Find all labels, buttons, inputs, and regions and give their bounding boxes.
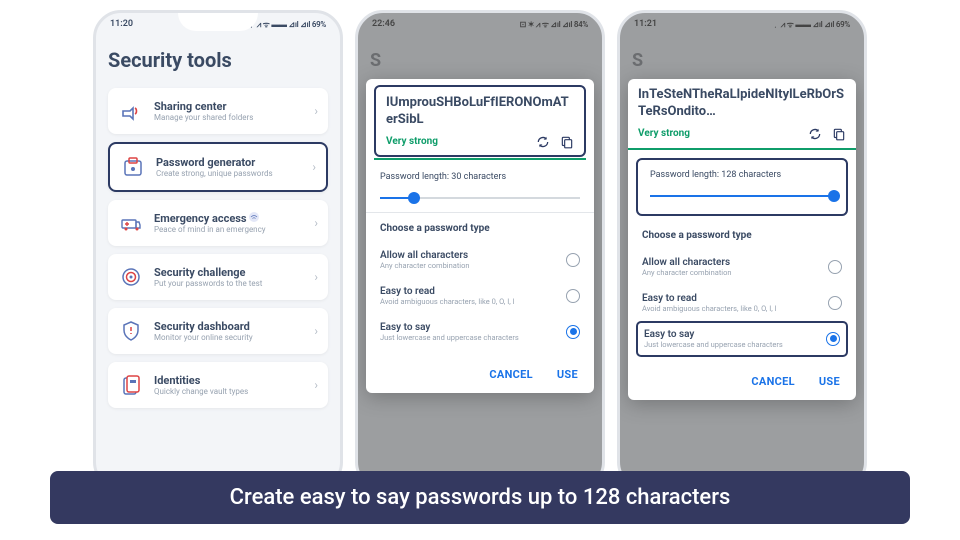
radio-icon[interactable]	[826, 332, 840, 346]
length-label: Password length: 128 characters	[650, 170, 834, 180]
chevron-right-icon: ›	[314, 324, 318, 338]
chevron-right-icon: ›	[312, 160, 316, 174]
type-section-heading: Choose a password type	[642, 230, 842, 241]
caption-banner: Create easy to say passwords up to 128 c…	[50, 471, 910, 524]
wifi-badge-icon	[249, 212, 259, 222]
tool-identities[interactable]: Identities Quickly change vault types ›	[108, 362, 328, 408]
type-title: Easy to read	[642, 293, 776, 304]
tool-title: Security challenge	[154, 266, 304, 279]
chevron-right-icon: ›	[314, 216, 318, 230]
generator-icon	[120, 154, 146, 180]
cancel-button[interactable]: CANCEL	[489, 368, 533, 381]
tool-password-generator[interactable]: Password generator Create strong, unique…	[108, 142, 328, 192]
radio-icon[interactable]	[566, 253, 580, 267]
regenerate-icon[interactable]	[808, 127, 822, 141]
type-allow-all[interactable]: Allow all characters Any character combi…	[380, 242, 580, 278]
type-subtitle: Just lowercase and uppercase characters	[380, 333, 519, 342]
phone-security-tools: 11:20 ✶ ⋮ ⩘ ᯤ ▬▬ ⊿ıl ⊿ıl 69% Security to…	[93, 10, 343, 490]
notch	[702, 13, 782, 31]
type-title: Easy to say	[644, 329, 783, 340]
tool-title: Identities	[154, 374, 304, 387]
radio-icon[interactable]	[566, 325, 580, 339]
status-time: 22:46	[372, 19, 395, 30]
status-time: 11:20	[110, 19, 133, 30]
password-display: IUmprouSHBoLuFfIERONOmATerSibL Very stro…	[374, 85, 586, 157]
radio-icon[interactable]	[828, 296, 842, 310]
type-subtitle: Just lowercase and uppercase characters	[644, 340, 783, 349]
copy-icon[interactable]	[560, 135, 574, 149]
phone-generator-128: 11:21 ✶ ⋮ ⩘ ᯤ ▬▬ ⊿ıl ⊿ıl 69% S InTeSteNT…	[617, 10, 867, 490]
tool-sharing-center[interactable]: Sharing center Manage your shared folder…	[108, 88, 328, 134]
type-section-heading: Choose a password type	[380, 223, 580, 234]
radio-icon[interactable]	[566, 289, 580, 303]
type-subtitle: Avoid ambiguous characters, like 0, O, I…	[380, 297, 514, 306]
sharing-icon	[118, 98, 144, 124]
radio-icon[interactable]	[828, 260, 842, 274]
target-icon	[118, 264, 144, 290]
shield-icon	[118, 318, 144, 344]
notch	[440, 13, 520, 31]
strength-label: Very strong	[386, 136, 438, 147]
tool-subtitle: Quickly change vault types	[154, 387, 304, 396]
type-title: Allow all characters	[642, 257, 732, 268]
type-title: Easy to read	[380, 286, 514, 297]
type-allow-all[interactable]: Allow all characters Any character combi…	[642, 249, 842, 285]
password-generator-dialog: InTeSteNTheRaLlpideNItylLeRbOrSTeRsOndit…	[628, 79, 856, 400]
chevron-right-icon: ›	[314, 270, 318, 284]
type-easy-say[interactable]: Easy to say Just lowercase and uppercase…	[636, 321, 848, 357]
strength-bar	[628, 148, 856, 150]
tool-title: Sharing center	[154, 100, 304, 113]
type-title: Easy to say	[380, 322, 519, 333]
tool-subtitle: Create strong, unique passwords	[156, 169, 302, 178]
type-subtitle: Any character combination	[380, 261, 470, 270]
length-slider[interactable]	[380, 190, 580, 206]
regenerate-icon[interactable]	[536, 135, 550, 149]
type-easy-read[interactable]: Easy to read Avoid ambiguous characters,…	[642, 285, 842, 321]
chevron-right-icon: ›	[314, 378, 318, 392]
phone-generator-30: 22:46 ⊡ ✶ ⩘ ᯤ ⊿ıl ⊿ıl 84% S IUmprouSHBoL…	[355, 10, 605, 490]
use-button[interactable]: USE	[557, 368, 578, 381]
page-title: Security tools	[108, 48, 328, 72]
identities-icon	[118, 372, 144, 398]
generated-password: IUmprouSHBoLuFfIERONOmATerSibL	[386, 95, 574, 129]
tool-subtitle: Manage your shared folders	[154, 113, 304, 122]
chevron-right-icon: ›	[314, 104, 318, 118]
tool-subtitle: Put your passwords to the test	[154, 279, 304, 288]
tool-subtitle: Peace of mind in an emergency	[154, 225, 304, 234]
generated-password: InTeSteNTheRaLlpideNItylLeRbOrSTeRsOndit…	[638, 87, 846, 121]
ambulance-icon	[118, 210, 144, 236]
tool-security-challenge[interactable]: Security challenge Put your passwords to…	[108, 254, 328, 300]
length-slider[interactable]	[650, 188, 834, 204]
use-button[interactable]: USE	[819, 375, 840, 388]
type-title: Allow all characters	[380, 250, 470, 261]
background-title-peek: S	[620, 36, 864, 79]
type-subtitle: Any character combination	[642, 268, 732, 277]
tool-subtitle: Monitor your online security	[154, 333, 304, 342]
notch	[178, 13, 258, 31]
background-title-peek: S	[358, 36, 602, 79]
caption-text: Create easy to say passwords up to 128 c…	[70, 485, 890, 510]
status-icons: ⊡ ✶ ⩘ ᯤ ⊿ıl ⊿ıl 84%	[520, 19, 588, 30]
status-time: 11:21	[634, 19, 657, 30]
cancel-button[interactable]: CANCEL	[751, 375, 795, 388]
length-label: Password length: 30 characters	[380, 172, 580, 182]
tool-security-dashboard[interactable]: Security dashboard Monitor your online s…	[108, 308, 328, 354]
tool-emergency-access[interactable]: Emergency access Peace of mind in an eme…	[108, 200, 328, 246]
tool-title: Password generator	[156, 156, 302, 169]
tool-title: Emergency access	[154, 212, 304, 225]
copy-icon[interactable]	[832, 127, 846, 141]
strength-label: Very strong	[638, 128, 690, 139]
tool-title: Security dashboard	[154, 320, 304, 333]
type-subtitle: Avoid ambiguous characters, like 0, O, I…	[642, 304, 776, 313]
type-easy-say[interactable]: Easy to say Just lowercase and uppercase…	[380, 314, 580, 350]
password-generator-dialog: IUmprouSHBoLuFfIERONOmATerSibL Very stro…	[366, 79, 594, 393]
type-easy-read[interactable]: Easy to read Avoid ambiguous characters,…	[380, 278, 580, 314]
